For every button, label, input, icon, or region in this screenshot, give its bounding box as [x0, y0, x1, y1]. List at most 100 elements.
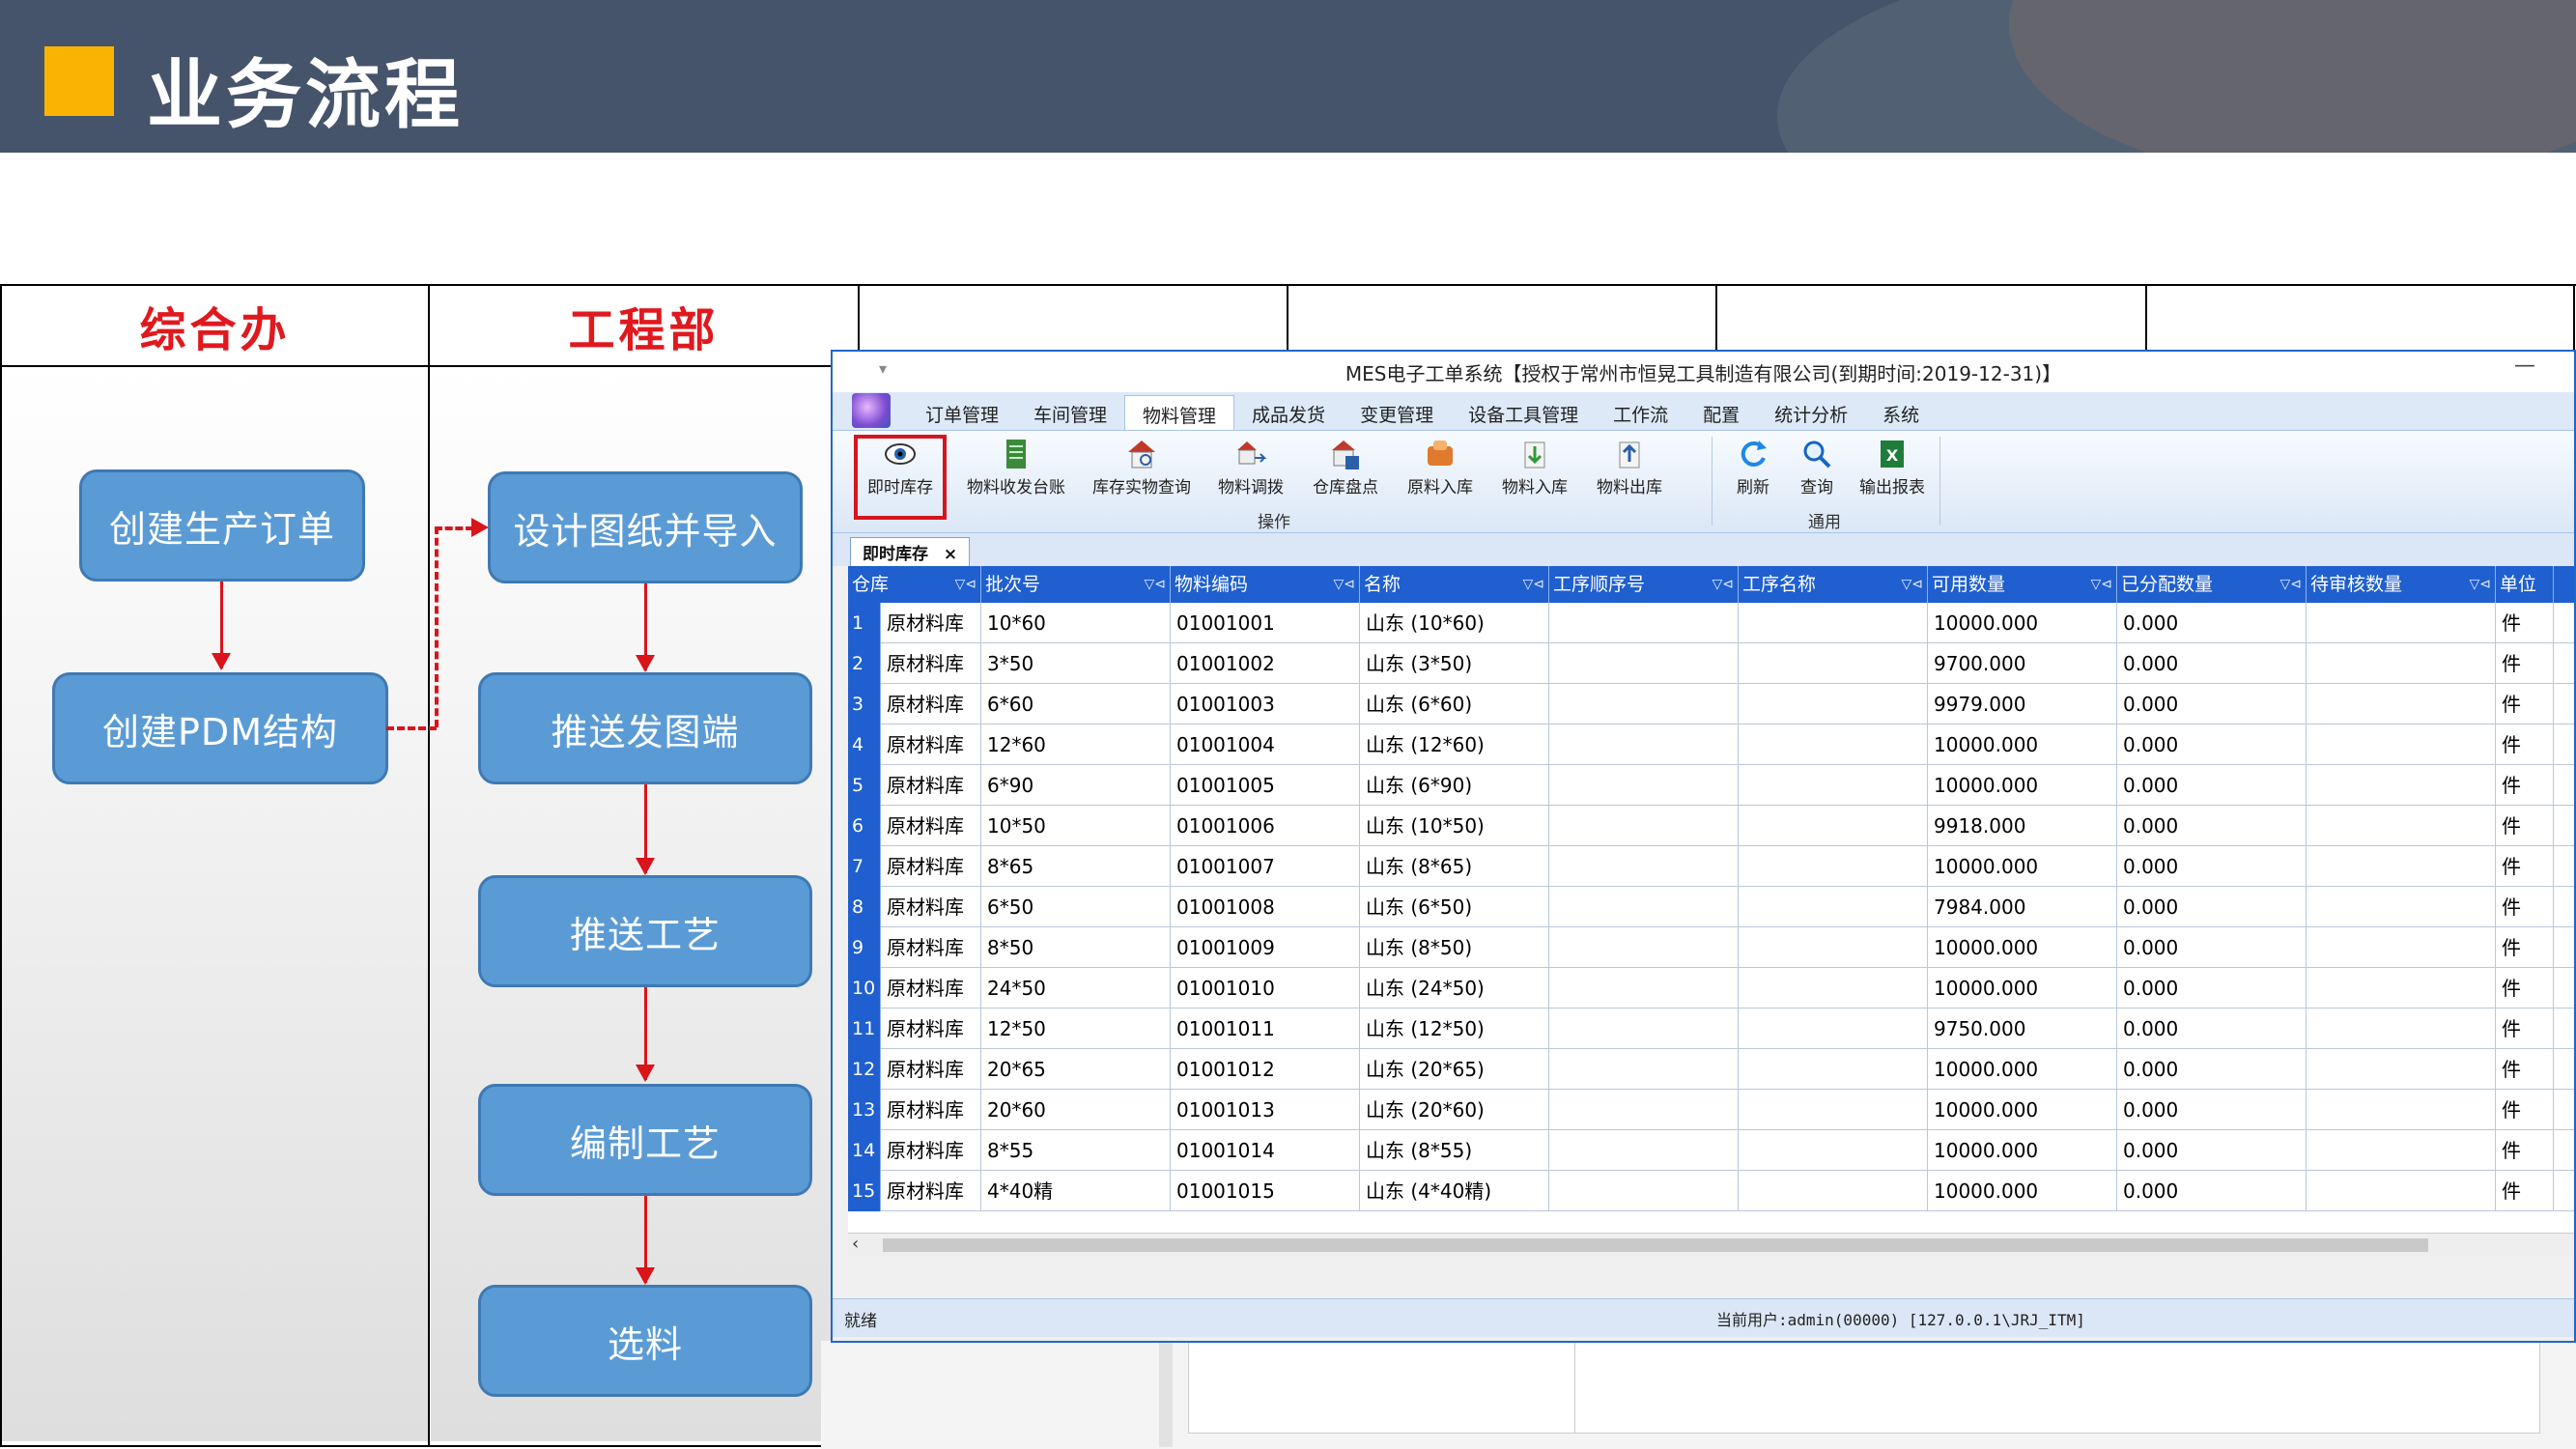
- scrollbar-thumb[interactable]: [883, 1238, 2428, 1252]
- row-number[interactable]: 5: [848, 765, 881, 806]
- ribbon-button-label: 物料入库: [1502, 478, 1568, 497]
- table-cell: [1549, 887, 1739, 927]
- table-row[interactable]: 7 原材料库 8*65 01001007 山东 (8*65) 10000.000 0.000…: [848, 846, 2574, 887]
- row-number[interactable]: 7: [848, 846, 881, 887]
- table-cell: 0.000: [2117, 1009, 2307, 1049]
- table-row[interactable]: 1 原材料库 10*60 01001001 山东 (10*60) 10000.000 0.0…: [848, 603, 2574, 643]
- table-cell: 件: [2496, 1009, 2554, 1049]
- filter-icon[interactable]: ▽⊲: [955, 566, 977, 603]
- ribbon-button-material-outbound[interactable]: 物料出库: [1584, 437, 1675, 504]
- table-cell: 山东 (10*50): [1360, 806, 1549, 846]
- material-outbound-icon: [1612, 437, 1647, 471]
- row-number[interactable]: 10: [848, 968, 881, 1009]
- tab-realtime-stock[interactable]: 即时库存 ×: [850, 537, 971, 566]
- table-row[interactable]: 8 原材料库 6*50 01001008 山东 (6*50) 7984.000 0.000 件: [848, 887, 2574, 927]
- column-header[interactable]: 可用数量 ▽⊲: [1928, 566, 2117, 603]
- filter-icon[interactable]: ▽⊲: [1523, 566, 1545, 603]
- table-cell: 件: [2496, 927, 2554, 968]
- table-cell: [1739, 1049, 1928, 1090]
- minimize-button[interactable]: —: [2514, 354, 2535, 378]
- ribbon-button-stocktake[interactable]: 仓库盘点: [1300, 437, 1391, 504]
- menu-order[interactable]: 订单管理: [908, 395, 1016, 430]
- column-header[interactable]: 工序顺序号 ▽⊲: [1549, 566, 1739, 603]
- row-number[interactable]: 13: [848, 1090, 881, 1130]
- row-number[interactable]: 3: [848, 684, 881, 724]
- filter-icon[interactable]: ▽⊲: [2470, 566, 2492, 603]
- menu-equipment[interactable]: 设备工具管理: [1451, 395, 1596, 430]
- table-cell: 山东 (24*50): [1360, 968, 1549, 1009]
- table-cell: 10000.000: [1928, 968, 2117, 1009]
- column-header-label: 可用数量: [1932, 574, 2006, 595]
- close-icon[interactable]: ×: [944, 545, 957, 564]
- column-header[interactable]: 物料编码 ▽⊲: [1171, 566, 1360, 603]
- menu-statistics[interactable]: 统计分析: [1757, 395, 1865, 430]
- table-cell: 3*50: [981, 643, 1171, 684]
- ribbon-button-search[interactable]: 查询: [1785, 437, 1849, 504]
- menu-change[interactable]: 变更管理: [1343, 395, 1451, 430]
- ribbon-button-stock-query[interactable]: 库存实物查询: [1082, 437, 1202, 504]
- column-header[interactable]: 已分配数量 ▽⊲: [2117, 566, 2307, 603]
- ribbon-button-ledger[interactable]: 物料收发台账: [958, 437, 1074, 504]
- menu-system[interactable]: 系统: [1865, 395, 1937, 430]
- column-header[interactable]: 单位: [2496, 566, 2554, 603]
- table-cell: 山东 (10*60): [1360, 603, 1549, 643]
- warehouse-search-icon: [1124, 437, 1159, 471]
- filter-icon[interactable]: ▽⊲: [1902, 566, 1924, 603]
- table-row[interactable]: 13 原材料库 20*60 01001013 山东 (20*60) 10000.000 0.…: [848, 1090, 2574, 1130]
- row-number[interactable]: 9: [848, 927, 881, 968]
- menu-material[interactable]: 物料管理: [1124, 395, 1235, 430]
- row-number[interactable]: 14: [848, 1130, 881, 1171]
- horizontal-scrollbar[interactable]: ‹: [848, 1233, 2574, 1256]
- row-number[interactable]: 11: [848, 1009, 881, 1049]
- ribbon-button-export-report[interactable]: X 输出报表: [1849, 437, 1936, 504]
- table-cell: 件: [2496, 968, 2554, 1009]
- column-header[interactable]: 待审核数量 ▽⊲: [2307, 566, 2496, 603]
- menu-config[interactable]: 配置: [1685, 395, 1757, 430]
- table-row[interactable]: 4 原材料库 12*60 01001004 山东 (12*60) 10000.000 0.0…: [848, 724, 2574, 765]
- table-row[interactable]: 3 原材料库 6*60 01001003 山东 (6*60) 9979.000 0.000 件: [848, 684, 2574, 724]
- row-number[interactable]: 4: [848, 724, 881, 765]
- ribbon-button-material-inbound[interactable]: 物料入库: [1489, 437, 1580, 504]
- column-header[interactable]: 批次号 ▽⊲: [981, 566, 1171, 603]
- filter-icon[interactable]: ▽⊲: [1145, 566, 1167, 603]
- quick-access-dropdown-icon[interactable]: ▾: [879, 359, 887, 378]
- table-cell: 件: [2496, 806, 2554, 846]
- table-row[interactable]: 2 原材料库 3*50 01001002 山东 (3*50) 9700.000 0.000 件: [848, 643, 2574, 684]
- column-header[interactable]: 仓库 ▽⊲: [848, 566, 981, 603]
- row-number[interactable]: 2: [848, 643, 881, 684]
- table-row[interactable]: 5 原材料库 6*90 01001005 山东 (6*90) 10000.000 0.000…: [848, 765, 2574, 806]
- table-cell: 24*50: [981, 968, 1171, 1009]
- table-row[interactable]: 11 原材料库 12*50 01001011 山东 (12*50) 9750.000 0.0…: [848, 1009, 2574, 1049]
- ribbon-button-refresh[interactable]: 刷新: [1721, 437, 1785, 504]
- ribbon-button-transfer[interactable]: 物料调拨: [1205, 437, 1296, 504]
- table-row[interactable]: 14 原材料库 8*55 01001014 山东 (8*55) 10000.000 0.00…: [848, 1130, 2574, 1171]
- column-header[interactable]: 名称 ▽⊲: [1360, 566, 1549, 603]
- column-header[interactable]: 工序名称 ▽⊲: [1739, 566, 1928, 603]
- menu-shipping[interactable]: 成品发货: [1234, 395, 1343, 430]
- table-row[interactable]: 12 原材料库 20*65 01001012 山东 (20*65) 10000.000 0.…: [848, 1049, 2574, 1090]
- flow-step-create-order: 创建生产订单: [79, 469, 365, 582]
- table-cell: 10000.000: [1928, 927, 2117, 968]
- row-number[interactable]: 6: [848, 806, 881, 846]
- table-cell: 件: [2496, 1049, 2554, 1090]
- table-row[interactable]: 10 原材料库 24*50 01001010 山东 (24*50) 10000.000 0.…: [848, 968, 2574, 1009]
- row-number[interactable]: 8: [848, 887, 881, 927]
- table-cell: [1549, 724, 1739, 765]
- row-number[interactable]: 12: [848, 1049, 881, 1090]
- app-logo-icon[interactable]: [852, 393, 891, 428]
- table-row[interactable]: 15 原材料库 4*40精 01001015 山东 (4*40精) 10000.000 0.…: [848, 1171, 2574, 1211]
- ribbon-button-label: 仓库盘点: [1313, 478, 1378, 497]
- row-number[interactable]: 1: [848, 603, 881, 643]
- table-row[interactable]: 9 原材料库 8*50 01001009 山东 (8*50) 10000.000 0.000…: [848, 927, 2574, 968]
- ribbon-button-raw-inbound[interactable]: 原料入库: [1395, 437, 1486, 504]
- table-cell: 山东 (6*90): [1360, 765, 1549, 806]
- table-row[interactable]: 6 原材料库 10*50 01001006 山东 (10*50) 9918.000 0.00…: [848, 806, 2574, 846]
- filter-icon[interactable]: ▽⊲: [1334, 566, 1356, 603]
- menu-workshop[interactable]: 车间管理: [1016, 395, 1124, 430]
- row-number[interactable]: 15: [848, 1171, 881, 1211]
- filter-icon[interactable]: ▽⊲: [2091, 566, 2113, 603]
- menu-workflow[interactable]: 工作流: [1596, 395, 1685, 430]
- scroll-left-icon[interactable]: ‹: [852, 1234, 859, 1254]
- filter-icon[interactable]: ▽⊲: [1713, 566, 1735, 603]
- filter-icon[interactable]: ▽⊲: [2280, 566, 2303, 603]
